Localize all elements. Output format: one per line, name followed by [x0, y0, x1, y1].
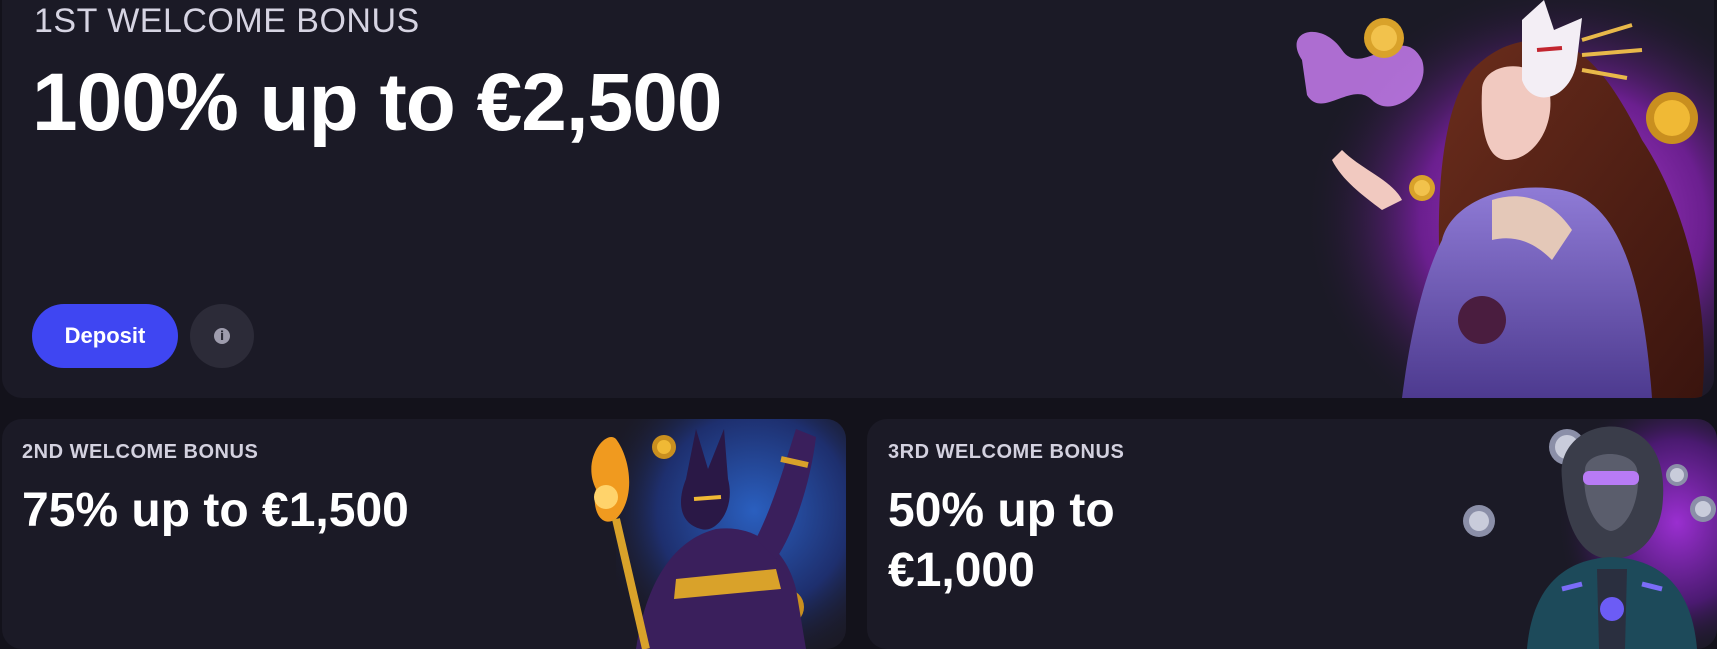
bonus-eyebrow: 2ND WELCOME BONUS: [22, 441, 259, 463]
third-welcome-bonus-card[interactable]: 3RD WELCOME BONUS 50% up to €1,000: [867, 419, 1717, 649]
info-button[interactable]: i: [190, 304, 254, 368]
bonus-headline: 100% up to €2,500: [32, 57, 722, 148]
info-icon: i: [214, 328, 230, 344]
bonus-headline: 75% up to €1,500: [22, 484, 409, 537]
lion-character-illustration: [1463, 419, 1717, 649]
bonus-eyebrow: 3RD WELCOME BONUS: [888, 441, 1125, 463]
deposit-button[interactable]: Deposit: [32, 304, 178, 368]
anubis-character-illustration: [591, 419, 846, 649]
second-welcome-bonus-card[interactable]: 2ND WELCOME BONUS 75% up to €1,500: [2, 419, 846, 649]
fox-mask-character-illustration: [1282, 0, 1714, 398]
first-welcome-bonus-card: 1ST WELCOME BONUS 100% up to €2,500 Depo…: [2, 0, 1714, 398]
bonus-headline: 50% up to €1,000: [888, 484, 1115, 597]
bonus-eyebrow: 1ST WELCOME BONUS: [34, 2, 420, 40]
